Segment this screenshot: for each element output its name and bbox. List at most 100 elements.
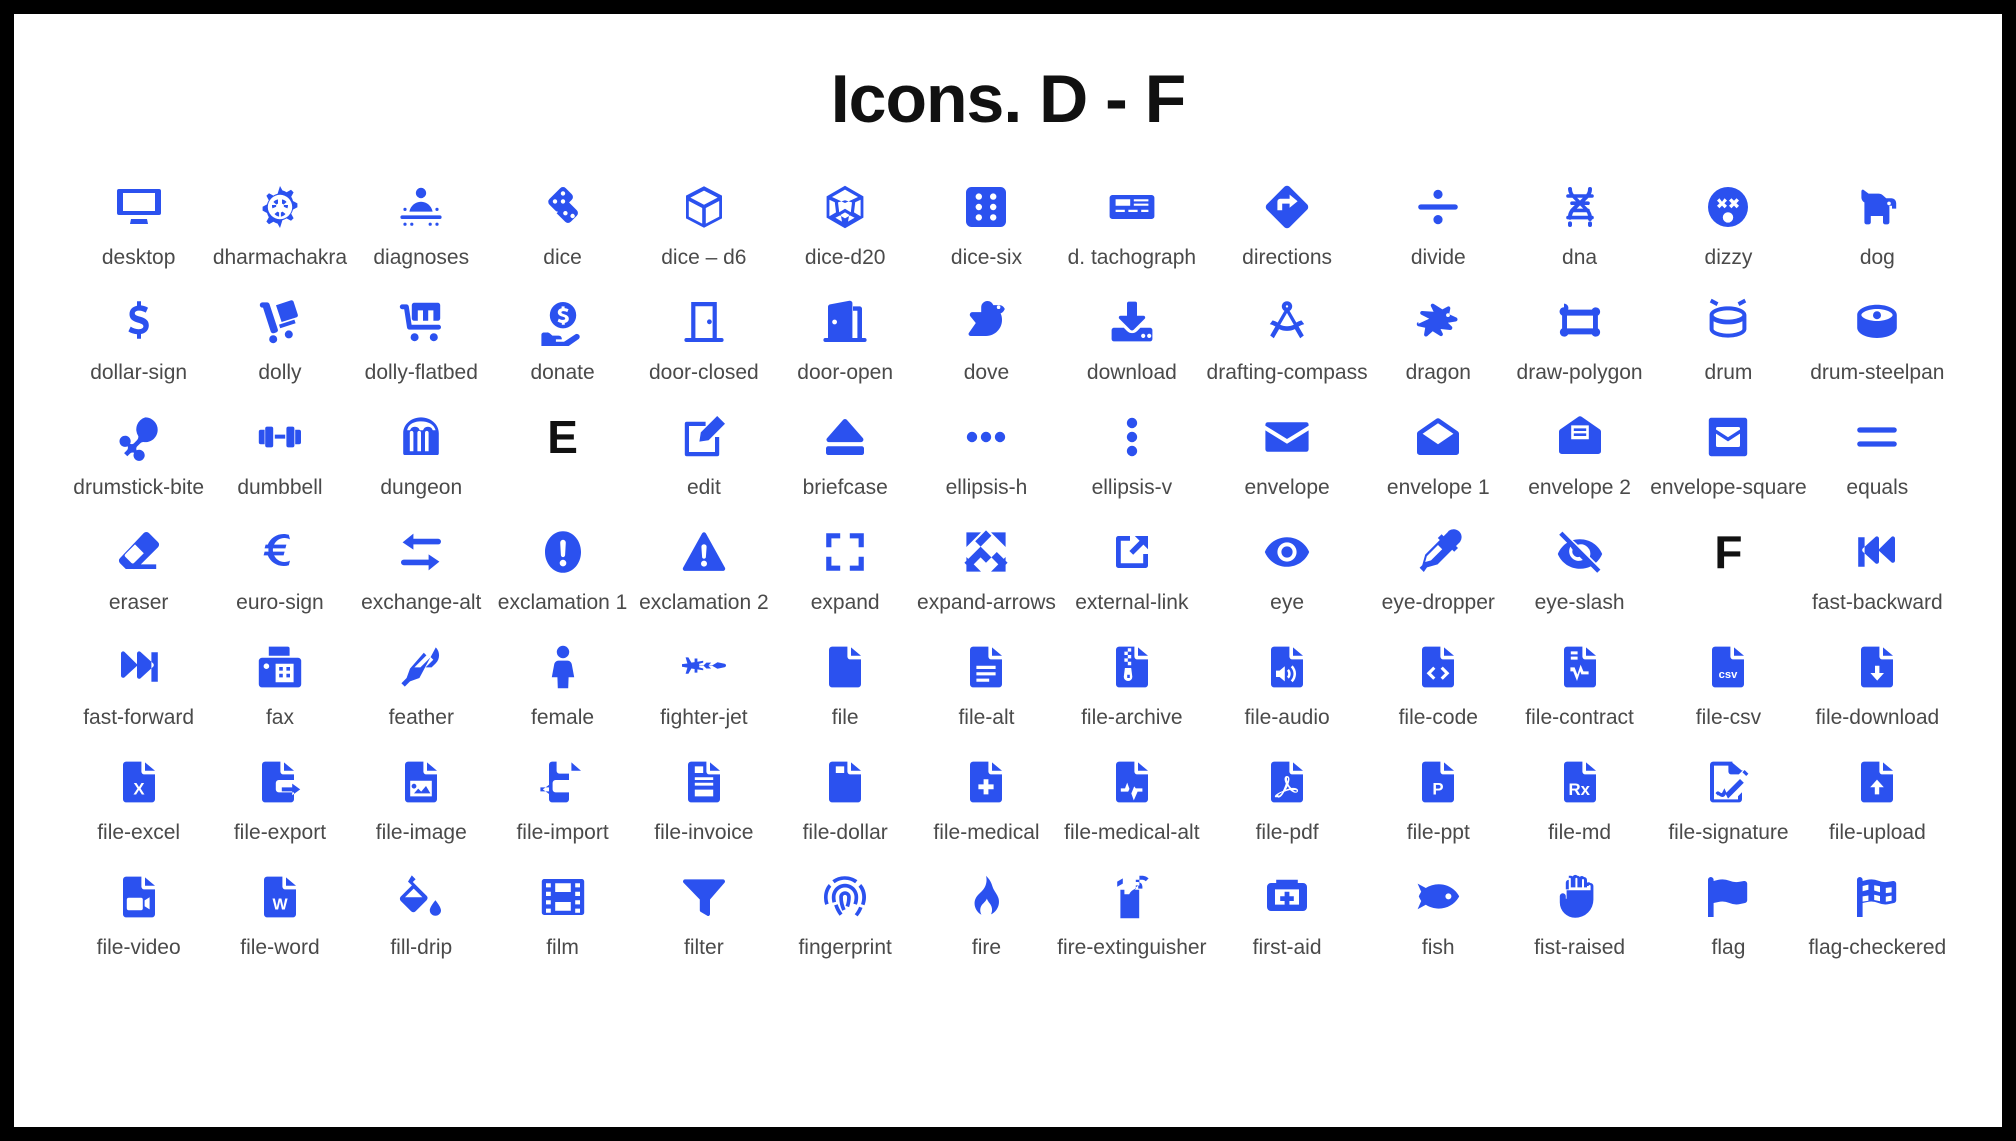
icon-cell[interactable]: edit <box>633 403 774 518</box>
icon-cell[interactable]: dharmachakra <box>209 173 350 288</box>
dolly-flatbed-icon[interactable] <box>397 292 445 352</box>
icon-cell[interactable]: door-closed <box>633 288 774 403</box>
exchange-alt-icon[interactable] <box>397 522 445 582</box>
icon-cell[interactable]: drumstick-bite <box>68 403 209 518</box>
icon-cell[interactable]: ellipsis-h <box>916 403 1057 518</box>
icon-cell[interactable]: dice – d6 <box>633 173 774 288</box>
eye-dropper-icon[interactable] <box>1414 522 1462 582</box>
icon-cell[interactable]: fast-backward <box>1807 518 1948 633</box>
draw-polygon-icon[interactable] <box>1556 292 1604 352</box>
drum-icon[interactable] <box>1704 292 1752 352</box>
icon-cell[interactable]: equals <box>1807 403 1948 518</box>
expand-icon[interactable] <box>821 522 869 582</box>
filter-icon[interactable] <box>680 867 728 927</box>
fire-extinguisher-icon[interactable] <box>1108 867 1156 927</box>
eye-slash-icon[interactable] <box>1556 522 1604 582</box>
file-import-icon[interactable] <box>539 752 587 812</box>
icon-cell[interactable]: dog <box>1807 173 1948 288</box>
file-word-icon[interactable]: W <box>256 867 304 927</box>
file-invoice-icon[interactable] <box>680 752 728 812</box>
icon-cell[interactable]: female <box>492 633 633 748</box>
icon-cell[interactable]: file-medical <box>916 748 1057 863</box>
icon-cell[interactable]: envelope-square <box>1650 403 1807 518</box>
dharmachakra-icon[interactable] <box>256 177 304 237</box>
icon-cell[interactable]: dice-d20 <box>775 173 916 288</box>
door-open-icon[interactable] <box>821 292 869 352</box>
icon-cell[interactable]: exchange-alt <box>351 518 492 633</box>
door-closed-icon[interactable] <box>680 292 728 352</box>
donate-icon[interactable] <box>539 292 587 352</box>
fill-drip-icon[interactable] <box>397 867 445 927</box>
icon-cell[interactable]: file-upload <box>1807 748 1948 863</box>
dove-icon[interactable] <box>962 292 1010 352</box>
icon-cell[interactable]: dove <box>916 288 1057 403</box>
fire-icon[interactable] <box>962 867 1010 927</box>
icon-cell[interactable]: file-invoice <box>633 748 774 863</box>
icon-cell[interactable]: fish <box>1368 863 1509 978</box>
icon-cell[interactable]: ellipsis-v <box>1057 403 1206 518</box>
icon-cell[interactable]: external-link <box>1057 518 1206 633</box>
icon-cell[interactable]: eye-slash <box>1509 518 1650 633</box>
icon-cell[interactable]: fighter-jet <box>633 633 774 748</box>
icon-cell[interactable]: flag-checkered <box>1807 863 1948 978</box>
icon-cell[interactable]: draw-polygon <box>1509 288 1650 403</box>
dumbbell-icon[interactable] <box>256 407 304 467</box>
dice-six-icon[interactable] <box>962 177 1010 237</box>
film-icon[interactable] <box>539 867 587 927</box>
icon-cell[interactable]: drafting-compass <box>1207 288 1368 403</box>
icon-cell[interactable]: dumbbell <box>209 403 350 518</box>
desktop-icon[interactable] <box>115 177 163 237</box>
icon-cell[interactable]: euro-sign <box>209 518 350 633</box>
dog-icon[interactable] <box>1853 177 1901 237</box>
dolly-icon[interactable] <box>256 292 304 352</box>
icon-cell[interactable]: directions <box>1207 173 1368 288</box>
fast-backward-icon[interactable] <box>1853 522 1901 582</box>
icon-cell[interactable]: envelope 2 <box>1509 403 1650 518</box>
first-aid-icon[interactable] <box>1263 867 1311 927</box>
icon-cell[interactable]: file-medical-alt <box>1057 748 1206 863</box>
dna-icon[interactable] <box>1556 177 1604 237</box>
icon-cell[interactable]: expand-arrows <box>916 518 1057 633</box>
icon-cell[interactable]: dice <box>492 173 633 288</box>
icon-cell[interactable]: fire <box>916 863 1057 978</box>
file-pdf-icon[interactable] <box>1263 752 1311 812</box>
download-icon[interactable] <box>1108 292 1156 352</box>
icon-cell[interactable]: file-download <box>1807 633 1948 748</box>
dice-icon[interactable] <box>539 177 587 237</box>
icon-cell[interactable]: exclamation 1 <box>492 518 633 633</box>
exclamation-circle-icon[interactable] <box>539 522 587 582</box>
fighter-jet-icon[interactable] <box>680 637 728 697</box>
icon-cell[interactable]: expand <box>775 518 916 633</box>
file-download-icon[interactable] <box>1853 637 1901 697</box>
icon-cell[interactable]: envelope 1 <box>1368 403 1509 518</box>
feather-icon[interactable] <box>397 637 445 697</box>
icon-cell[interactable]: dna <box>1509 173 1650 288</box>
icon-cell[interactable]: feather <box>351 633 492 748</box>
icon-cell[interactable]: dizzy <box>1650 173 1806 288</box>
digital-tachograph-icon[interactable] <box>1108 177 1156 237</box>
external-link-icon[interactable] <box>1108 522 1156 582</box>
dice-d20-icon[interactable] <box>821 177 869 237</box>
envelope-square-icon[interactable] <box>1704 407 1752 467</box>
icon-cell[interactable]: drum-steelpan <box>1807 288 1948 403</box>
icon-cell[interactable]: file-dollar <box>775 748 916 863</box>
icon-cell[interactable]: filter <box>633 863 774 978</box>
eye-icon[interactable] <box>1263 522 1311 582</box>
file-alt-icon[interactable] <box>962 637 1010 697</box>
envelope-open-icon[interactable] <box>1414 407 1462 467</box>
edit-icon[interactable] <box>680 407 728 467</box>
icon-cell[interactable]: file-video <box>68 863 209 978</box>
icon-cell[interactable]: eye-dropper <box>1368 518 1509 633</box>
icon-cell[interactable]: file-export <box>209 748 350 863</box>
icon-cell[interactable]: file-audio <box>1207 633 1368 748</box>
fish-icon[interactable] <box>1414 867 1462 927</box>
file-code-icon[interactable] <box>1414 637 1462 697</box>
icon-cell[interactable]: file-signature <box>1650 748 1806 863</box>
euro-sign-icon[interactable] <box>256 522 304 582</box>
drumstick-bite-icon[interactable] <box>115 407 163 467</box>
icon-cell[interactable]: file-archive <box>1057 633 1206 748</box>
icon-cell[interactable]: donate <box>492 288 633 403</box>
file-medical-icon[interactable] <box>962 752 1010 812</box>
icon-cell[interactable]: eraser <box>68 518 209 633</box>
diagnoses-icon[interactable] <box>397 177 445 237</box>
